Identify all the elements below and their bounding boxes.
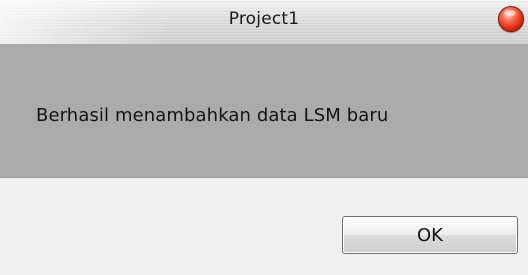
title-bar: Project1 [0, 0, 528, 45]
button-bar: OK [0, 178, 528, 275]
message-area: Berhasil menambahkan data LSM baru [0, 45, 528, 178]
close-icon[interactable] [498, 6, 524, 32]
message-dialog: Project1 Berhasil menambahkan data LSM b… [0, 0, 528, 275]
ok-button[interactable]: OK [342, 216, 518, 254]
window-title: Project1 [228, 9, 300, 29]
message-text: Berhasil menambahkan data LSM baru [36, 105, 389, 126]
